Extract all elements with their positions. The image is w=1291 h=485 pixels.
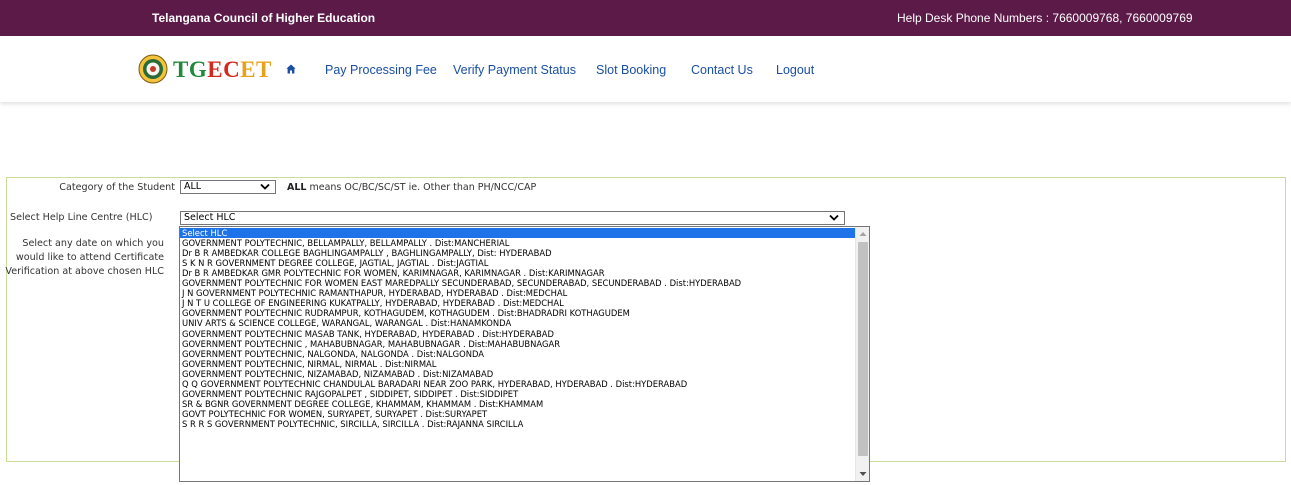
hlc-option[interactable]: GOVERNMENT POLYTECHNIC FOR WOMEN EAST MA… — [180, 278, 856, 288]
nav-pay-processing-fee[interactable]: Pay Processing Fee — [325, 63, 437, 77]
date-label-line-1: Select any date on which you — [22, 238, 164, 249]
nav-logout[interactable]: Logout — [776, 63, 814, 77]
hlc-option[interactable]: S K N R GOVERNMENT DEGREE COLLEGE, JAGTI… — [180, 258, 856, 268]
hlc-option-placeholder[interactable]: Select HLC — [180, 228, 856, 238]
brand-logo[interactable]: TGECET — [173, 57, 272, 83]
org-name: Telangana Council of Higher Education — [152, 11, 376, 25]
scrollbar-thumb[interactable] — [858, 242, 868, 456]
hlc-option[interactable]: Q Q GOVERNMENT POLYTECHNIC CHANDULAL BAR… — [180, 379, 856, 389]
helpdesk-phone-numbers: Help Desk Phone Numbers : 7660009768, 76… — [897, 11, 1193, 25]
hlc-option[interactable]: UNIV ARTS & SCIENCE COLLEGE, WARANGAL, W… — [180, 318, 856, 328]
hlc-option[interactable]: GOVERNMENT POLYTECHNIC , MAHABUBNAGAR, M… — [180, 339, 856, 349]
hlc-option[interactable]: J N T U COLLEGE OF ENGINEERING KUKATPALL… — [180, 298, 856, 308]
brand-part-et: ET — [240, 57, 272, 82]
hlc-option[interactable]: GOVERNMENT POLYTECHNIC, NIRMAL, NIRMAL .… — [180, 359, 856, 369]
scroll-up-icon[interactable] — [859, 231, 867, 237]
hlc-option[interactable]: GOVT POLYTECHNIC FOR WOMEN, SURYAPET, SU… — [180, 409, 856, 419]
category-label: Category of the Student — [59, 182, 175, 193]
hlc-select-value: Select HLC — [184, 212, 236, 223]
scroll-down-icon[interactable] — [859, 471, 867, 477]
date-label-line-2: would like to attend Certificate — [15, 252, 164, 263]
hlc-option[interactable]: GOVERNMENT POLYTECHNIC RUDRAMPUR, KOTHAG… — [180, 308, 856, 318]
chevron-down-icon — [260, 183, 270, 190]
hlc-option[interactable]: GOVERNMENT POLYTECHNIC, NALGONDA, NALGON… — [180, 349, 856, 359]
main-navbar: TGECET Pay Processing Fee Verify Payment… — [0, 36, 1291, 102]
hlc-select[interactable]: Select HLC — [180, 211, 845, 225]
category-note-bold: ALL — [287, 182, 307, 193]
category-note: ALL means OC/BC/SC/ST ie. Other than PH/… — [287, 182, 536, 193]
brand-part-tg: TG — [173, 57, 208, 82]
hlc-option[interactable]: SR & BGNR GOVERNMENT DEGREE COLLEGE, KHA… — [180, 399, 856, 409]
category-select[interactable]: ALL — [180, 180, 276, 194]
hlc-option[interactable]: S R R S GOVERNMENT POLYTECHNIC, SIRCILLA… — [180, 419, 856, 429]
hlc-option[interactable]: Dr B R AMBEDKAR GMR POLYTECHNIC FOR WOME… — [180, 268, 856, 278]
category-select-value: ALL — [184, 181, 202, 192]
category-note-text: means OC/BC/SC/ST ie. Other than PH/NCC/… — [306, 182, 537, 193]
hlc-option[interactable]: Dr B R AMBEDKAR COLLEGE BAGHLINGAMPALLY … — [180, 248, 856, 258]
nav-slot-booking[interactable]: Slot Booking — [596, 63, 666, 77]
dropdown-scrollbar[interactable] — [855, 227, 869, 481]
emblem-icon — [138, 54, 168, 84]
hlc-dropdown-list[interactable]: S R R S GOVERNMENT POLYTECHNIC, SIRCILLA… — [179, 226, 870, 482]
hlc-option[interactable]: GOVERNMENT POLYTECHNIC, BELLAMPALLY, BEL… — [180, 238, 856, 248]
chevron-down-icon — [829, 214, 839, 221]
home-icon[interactable] — [286, 64, 296, 74]
date-label-line-3: Verification at above chosen HLC — [5, 266, 164, 277]
nav-contact-us[interactable]: Contact Us — [691, 63, 753, 77]
nav-verify-payment-status[interactable]: Verify Payment Status — [453, 63, 576, 77]
hlc-label: Select Help Line Centre (HLC) — [10, 212, 153, 223]
top-bar: Telangana Council of Higher Education He… — [0, 0, 1291, 36]
hlc-option[interactable]: GOVERNMENT POLYTECHNIC, NIZAMABAD, NIZAM… — [180, 369, 856, 379]
hlc-option[interactable]: GOVERNMENT POLYTECHNIC RAJGOPALPET , SID… — [180, 389, 856, 399]
hlc-option[interactable]: J N GOVERNMENT POLYTECHNIC RAMANTHAPUR, … — [180, 288, 856, 298]
hlc-option[interactable]: GOVERNMENT POLYTECHNIC MASAB TANK, HYDER… — [180, 329, 856, 339]
brand-part-ec: EC — [207, 57, 241, 82]
